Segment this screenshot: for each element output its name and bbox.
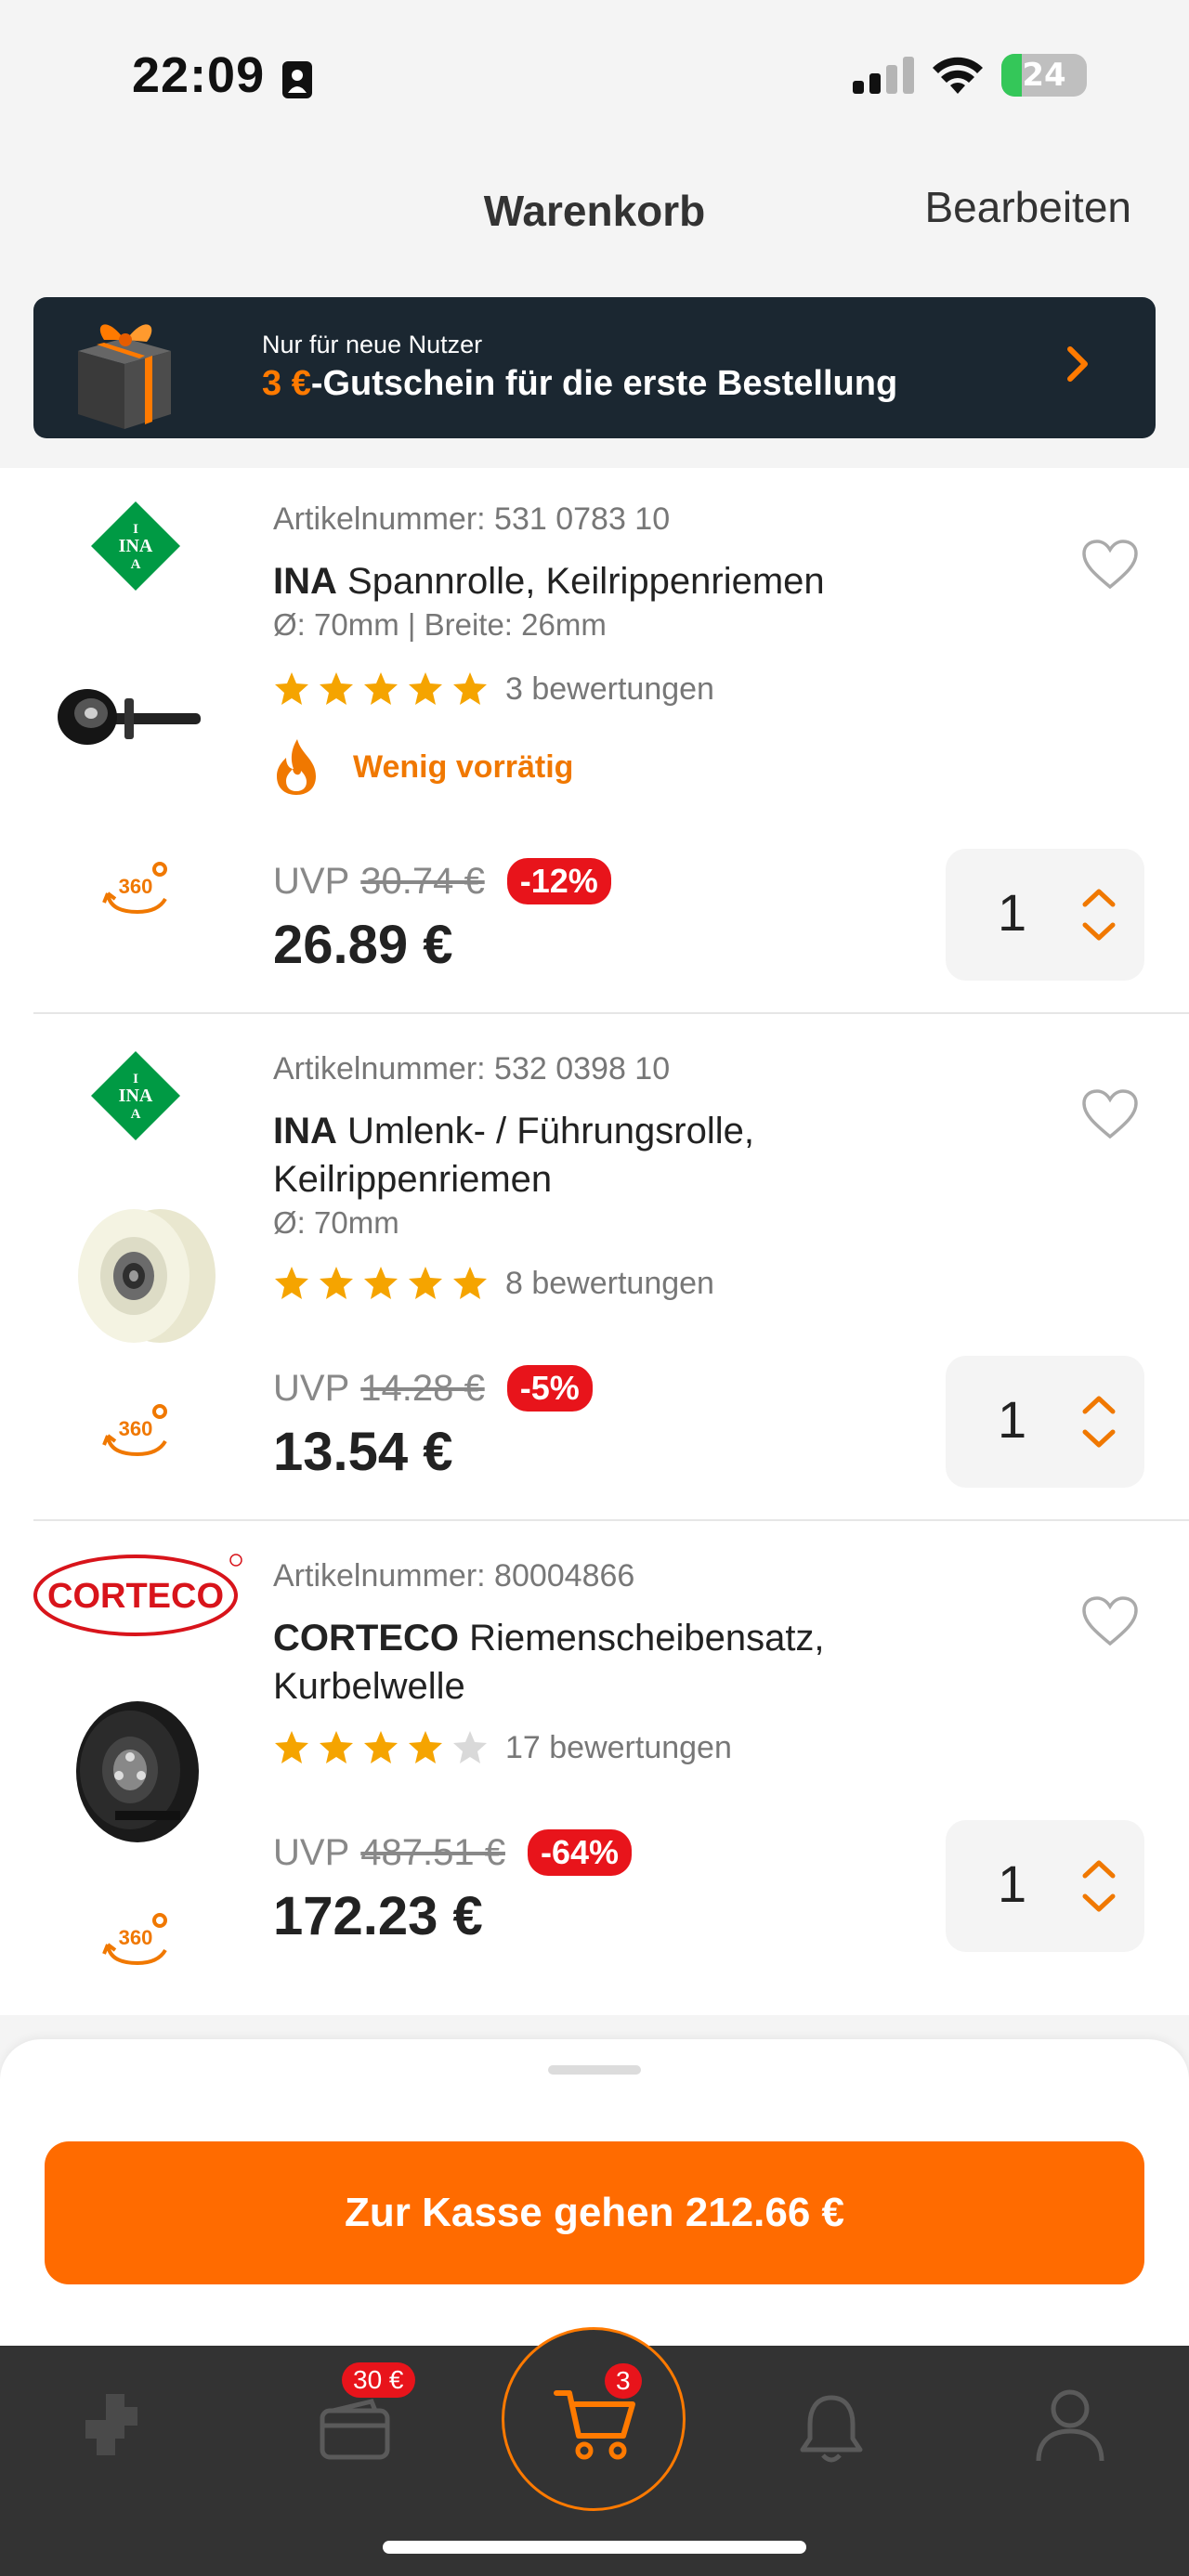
star-icon: [275, 672, 487, 705]
rotate-360-icon[interactable]: 360: [100, 860, 175, 926]
discount-badge: -12%: [506, 858, 611, 904]
svg-text:I: I: [133, 522, 138, 537]
quantity-stepper[interactable]: 1: [946, 1820, 1144, 1952]
heart-icon[interactable]: [1081, 1088, 1139, 1145]
svg-text:A: A: [131, 1107, 141, 1122]
up-down-arrows-icon[interactable]: [1081, 1855, 1117, 1917]
quantity-value: 1: [998, 883, 1027, 942]
discount-badge: -5%: [506, 1365, 593, 1412]
review-count: 3 bewertungen: [505, 670, 714, 707]
tab-catalog[interactable]: [84, 2390, 152, 2464]
star-icon: [275, 1731, 487, 1763]
quantity-stepper[interactable]: 1: [946, 849, 1144, 981]
article-number: Artikelnummer: 532 0398 10: [273, 1051, 671, 1086]
status-icons: 24: [853, 54, 1087, 97]
tab-notifications[interactable]: [797, 2392, 866, 2469]
price: 172.23 €: [273, 1886, 483, 1946]
tab-coupons[interactable]: [320, 2398, 390, 2465]
checkout-sheet: Zur Kasse gehen 212.66 €: [0, 2039, 1189, 2346]
cart-badge: 3: [605, 2363, 642, 2399]
product-image[interactable]: [50, 672, 208, 770]
tab-bar: 30 € 3: [0, 2327, 1189, 2576]
rotate-360-icon[interactable]: 360: [100, 1402, 175, 1468]
svg-text:A: A: [131, 557, 141, 572]
cart-item: CORTECO 360 Artikelnummer: 80004866 CORT…: [0, 1521, 1189, 2015]
rating: 3 bewertungen: [273, 670, 714, 708]
product-name[interactable]: INA Spannrolle, Keilrippenriemen: [273, 557, 942, 605]
sheet-handle[interactable]: [548, 2065, 641, 2075]
ina-logo: I INA A: [89, 500, 182, 597]
status-time: 22:09: [132, 47, 266, 103]
product-name[interactable]: CORTECO Riemenscheibensatz, Kurbelwelle: [273, 1614, 942, 1711]
rating: 17 bewertungen: [273, 1729, 732, 1766]
chevron-right-icon: [1067, 346, 1088, 382]
article-number: Artikelnummer: 531 0783 10: [273, 501, 671, 537]
parts-catalog-icon: [85, 2394, 137, 2455]
checkout-button[interactable]: Zur Kasse gehen 212.66 €: [45, 2141, 1144, 2284]
uvp-price: UVP 487.51 € -64%: [273, 1829, 632, 1876]
svg-text:CORTECO: CORTECO: [47, 1577, 224, 1616]
gift-box-icon: [78, 324, 171, 429]
product-image[interactable]: [67, 1190, 225, 1362]
product-spec: Ø: 70mm: [273, 1205, 399, 1240]
review-count: 8 bewertungen: [505, 1265, 714, 1301]
stock-status: Wenig vorrätig: [273, 737, 573, 797]
heart-icon[interactable]: [1081, 1595, 1139, 1652]
product-image[interactable]: [63, 1692, 203, 1854]
product-name[interactable]: INA Umlenk- / Führungsrolle, Keilrippenri…: [273, 1107, 942, 1203]
up-down-arrows-icon[interactable]: [1081, 884, 1117, 945]
profile-icon: [1036, 2389, 1104, 2462]
ina-logo: I INA A: [89, 1049, 182, 1147]
new-user-coupon-banner[interactable]: Nur für neue Nutzer 3 €-Gutschein für di…: [33, 297, 1156, 438]
quantity-stepper[interactable]: 1: [946, 1356, 1144, 1488]
promo-subtitle: Nur für neue Nutzer: [262, 331, 483, 358]
battery-icon: 24: [1001, 54, 1087, 97]
uvp-price: UVP 14.28 € -5%: [273, 1365, 593, 1412]
cart-item-list: I INA A 360 Artikelnummer: 531 0783 10 INA…: [0, 468, 1189, 2015]
quantity-value: 1: [998, 1854, 1027, 1913]
uvp-price: UVP 30.74 € -12%: [273, 858, 611, 904]
svg-text:360: 360: [119, 1926, 153, 1949]
home-indicator: [383, 2541, 806, 2554]
price: 26.89 €: [273, 915, 453, 975]
svg-text:INA: INA: [119, 536, 153, 556]
quantity-value: 1: [998, 1390, 1027, 1449]
focus-mode-icon: [281, 59, 314, 105]
price: 13.54 €: [273, 1422, 453, 1482]
article-number: Artikelnummer: 80004866: [273, 1558, 635, 1594]
svg-text:360: 360: [119, 1417, 153, 1440]
fire-icon: [277, 739, 316, 795]
review-count: 17 bewertungen: [505, 1729, 732, 1765]
signal-icon: [853, 57, 914, 94]
tab-cart[interactable]: 3: [502, 2327, 686, 2511]
wallet-icon: [320, 2399, 390, 2460]
coupon-badge: 30 €: [342, 2362, 415, 2398]
heart-icon[interactable]: [1081, 539, 1139, 595]
svg-text:360: 360: [119, 875, 153, 898]
bell-icon: [800, 2395, 863, 2463]
star-icon: [275, 1267, 487, 1299]
rating: 8 bewertungen: [273, 1265, 714, 1302]
wifi-icon: [933, 57, 983, 94]
cart-icon: [554, 2390, 635, 2460]
edit-button[interactable]: Bearbeiten: [925, 182, 1132, 232]
discount-badge: -64%: [527, 1829, 632, 1876]
tab-profile[interactable]: [1035, 2387, 1105, 2469]
svg-text:INA: INA: [119, 1086, 153, 1106]
cart-item: I INA A 360 Artikelnummer: 532 0398 10 INA…: [0, 1014, 1189, 1521]
up-down-arrows-icon[interactable]: [1081, 1391, 1117, 1452]
cart-item: I INA A 360 Artikelnummer: 531 0783 10 INA…: [0, 468, 1189, 1014]
rotate-360-icon[interactable]: 360: [100, 1911, 175, 1977]
svg-text:I: I: [133, 1072, 138, 1086]
promo-title: 3 €-Gutschein für die erste Bestellung: [262, 364, 898, 403]
corteco-logo: CORTECO: [32, 1549, 243, 1646]
product-spec: Ø: 70mm | Breite: 26mm: [273, 607, 607, 642]
